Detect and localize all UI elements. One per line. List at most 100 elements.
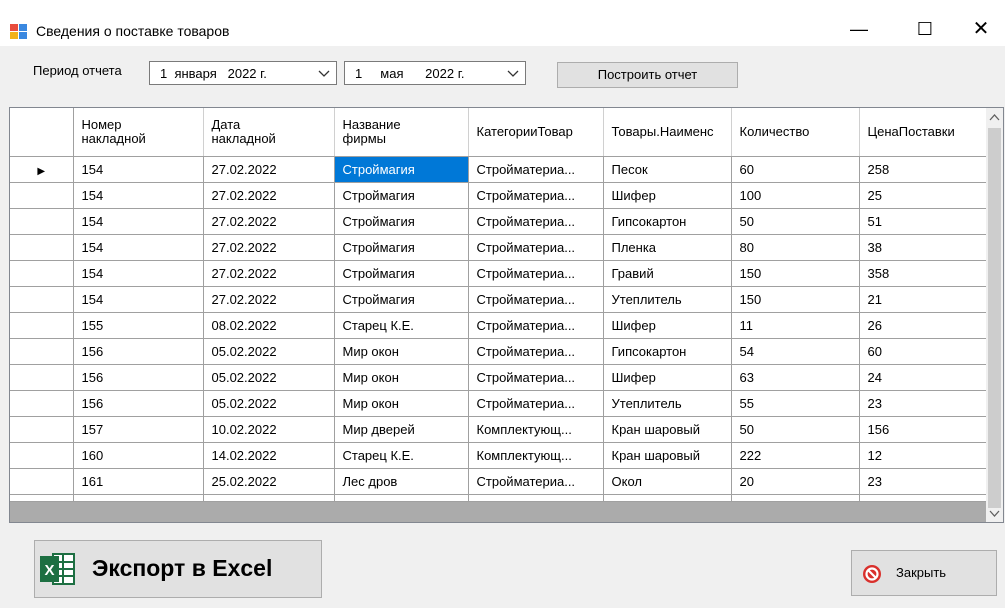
grid-cell[interactable]: Строймагия <box>334 208 469 235</box>
grid-cell[interactable]: Гипсокартон <box>603 338 732 365</box>
grid-cell[interactable]: 156 <box>73 338 204 365</box>
table-row[interactable]: 160 14.02.2022 Старец К.Е. Комплектующ... Кр… <box>10 442 988 469</box>
build-report-button[interactable]: Построить отчет <box>557 62 738 88</box>
grid-cell[interactable]: 154 <box>73 260 204 287</box>
grid-cell[interactable]: 358 <box>859 260 988 287</box>
grid-cell[interactable]: Стройматериа... <box>468 156 604 183</box>
grid-cell[interactable]: 222 <box>731 442 860 469</box>
grid-cell[interactable]: Лес дров <box>334 468 469 495</box>
row-header[interactable] <box>10 364 74 391</box>
column-header-category[interactable]: КатегорииТовар <box>468 108 604 157</box>
grid-cell[interactable]: Шифер <box>603 182 732 209</box>
column-header-product-name[interactable]: Товары.Наименс <box>603 108 732 157</box>
grid-cell[interactable]: 60 <box>731 156 860 183</box>
row-header[interactable] <box>10 416 74 443</box>
grid-cell[interactable]: 157 <box>73 416 204 443</box>
grid-cell[interactable]: Кран шаровый <box>603 416 732 443</box>
grid-cell[interactable]: 27.02.2022 <box>203 208 335 235</box>
grid-cell[interactable]: 05.02.2022 <box>203 338 335 365</box>
grid-cell[interactable]: 155 <box>73 312 204 339</box>
scrollbar-thumb[interactable] <box>988 128 1001 508</box>
grid-cell[interactable]: 161 <box>73 468 204 495</box>
grid-cell[interactable]: 27.02.2022 <box>203 234 335 261</box>
chevron-down-icon[interactable] <box>318 68 330 78</box>
grid-cell[interactable]: 50 <box>731 208 860 235</box>
grid-cell[interactable]: Гипсокартон <box>603 208 732 235</box>
grid-cell[interactable]: Стройматериа... <box>468 364 604 391</box>
minimize-button[interactable]: — <box>836 14 882 44</box>
grid-cell[interactable]: 10.02.2022 <box>203 416 335 443</box>
grid-cell[interactable]: Строймагия <box>334 286 469 313</box>
row-header[interactable] <box>10 390 74 417</box>
grid-cell[interactable]: Комплектующ... <box>468 416 604 443</box>
table-row[interactable]: ▶ 154 27.02.2022 Строймагия Стройматериа... П… <box>10 156 988 183</box>
table-row[interactable]: 154 27.02.2022 Строймагия Стройматериа... Ши… <box>10 182 988 209</box>
grid-cell[interactable]: Стройматериа... <box>468 260 604 287</box>
grid-cell[interactable]: Пленка <box>603 234 732 261</box>
chevron-down-icon[interactable] <box>507 68 519 78</box>
column-header-price[interactable]: ЦенаПоставки <box>859 108 988 157</box>
grid-cell[interactable]: 154 <box>73 234 204 261</box>
grid-cell[interactable]: 25 <box>859 182 988 209</box>
grid-cell[interactable]: Кран шаровый <box>603 442 732 469</box>
grid-cell[interactable]: 27.02.2022 <box>203 286 335 313</box>
table-row[interactable]: 155 08.02.2022 Старец К.Е. Стройматериа... Ш… <box>10 312 988 339</box>
table-row[interactable]: 154 27.02.2022 Строймагия Стройматериа... Ут… <box>10 286 988 313</box>
row-header[interactable] <box>10 208 74 235</box>
grid-cell[interactable]: 27.02.2022 <box>203 260 335 287</box>
row-header[interactable] <box>10 182 74 209</box>
export-excel-button[interactable]: X Экспорт в Excel <box>34 540 322 598</box>
scroll-down-icon[interactable] <box>989 508 1000 518</box>
grid-cell[interactable]: Старец К.Е. <box>334 442 469 469</box>
grid-cell[interactable]: Гравий <box>603 260 732 287</box>
grid-cell[interactable]: Песок <box>603 156 732 183</box>
grid-cell[interactable]: 05.02.2022 <box>203 390 335 417</box>
grid-cell[interactable]: 54 <box>731 338 860 365</box>
grid-cell[interactable]: 156 <box>73 364 204 391</box>
grid-cell[interactable]: Стройматериа... <box>468 208 604 235</box>
grid-cell[interactable]: Мир окон <box>334 338 469 365</box>
row-header[interactable] <box>10 468 74 495</box>
grid-cell[interactable]: Мир окон <box>334 390 469 417</box>
date-from-picker[interactable]: 1 января 2022 г. <box>149 61 337 85</box>
table-row[interactable]: 154 27.02.2022 Строймагия Стройматериа... Ги… <box>10 208 988 235</box>
grid-cell[interactable]: 23 <box>859 390 988 417</box>
grid-cell[interactable]: 14.02.2022 <box>203 442 335 469</box>
grid-cell[interactable]: 258 <box>859 156 988 183</box>
row-header[interactable]: ▶ <box>10 156 74 183</box>
row-header[interactable] <box>10 260 74 287</box>
grid-cell[interactable]: 100 <box>731 182 860 209</box>
grid-cell[interactable]: 24 <box>859 364 988 391</box>
grid-cell[interactable]: 20 <box>731 468 860 495</box>
grid-cell[interactable]: Шифер <box>603 364 732 391</box>
grid-cell[interactable]: 154 <box>73 286 204 313</box>
row-header[interactable] <box>10 234 74 261</box>
grid-cell[interactable]: Мир окон <box>334 364 469 391</box>
date-to-picker[interactable]: 1 мая 2022 г. <box>344 61 526 85</box>
grid-cell[interactable]: Стройматериа... <box>468 286 604 313</box>
grid-cell[interactable]: 160 <box>73 442 204 469</box>
grid-cell[interactable]: Стройматериа... <box>468 182 604 209</box>
grid-cell[interactable]: Шифер <box>603 312 732 339</box>
vertical-scrollbar[interactable] <box>986 108 1003 522</box>
grid-cell[interactable]: 12 <box>859 442 988 469</box>
grid-cell[interactable]: Строймагия <box>334 260 469 287</box>
grid-cell[interactable]: Строймагия <box>334 234 469 261</box>
column-header-quantity[interactable]: Количество <box>731 108 860 157</box>
grid-cell[interactable]: Утеплитель <box>603 286 732 313</box>
grid-cell[interactable]: Стройматериа... <box>468 468 604 495</box>
row-header[interactable] <box>10 312 74 339</box>
grid-cell[interactable]: Мир дверей <box>334 416 469 443</box>
grid-cell[interactable]: 05.02.2022 <box>203 364 335 391</box>
grid-cell[interactable]: Комплектующ... <box>468 442 604 469</box>
scroll-up-icon[interactable] <box>989 113 1000 123</box>
table-row[interactable]: 161 25.02.2022 Лес дров Стройматериа... Окол… <box>10 468 988 495</box>
grid-cell[interactable]: 51 <box>859 208 988 235</box>
table-row[interactable]: 156 05.02.2022 Мир окон Стройматериа... Шифе… <box>10 364 988 391</box>
grid-cell[interactable]: 150 <box>731 286 860 313</box>
grid-cell[interactable]: Старец К.Е. <box>334 312 469 339</box>
grid-cell[interactable]: 156 <box>73 390 204 417</box>
grid-cell[interactable]: Стройматериа... <box>468 338 604 365</box>
data-grid[interactable]: Номер накладной Дата накладной Название фир… <box>9 107 1004 523</box>
grid-cell[interactable]: Строймагия <box>334 182 469 209</box>
